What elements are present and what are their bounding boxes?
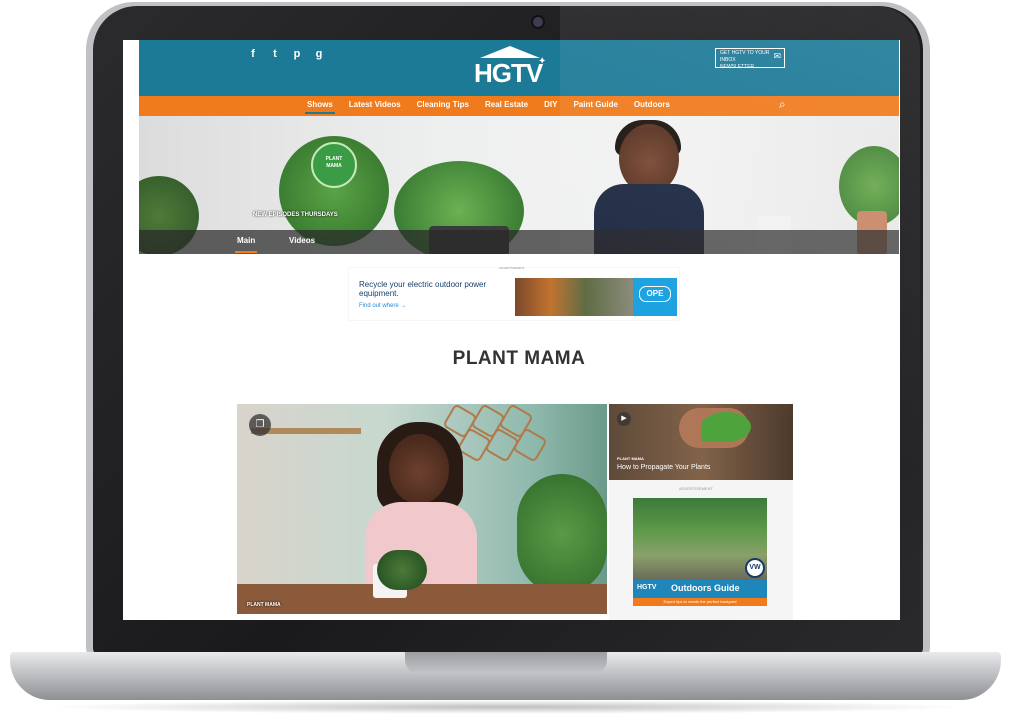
logo-text: HGTV — [474, 58, 543, 88]
nav-item-real-estate[interactable]: Real Estate — [477, 100, 536, 109]
badge-line1: PLANT — [325, 156, 343, 162]
nav-item-latest-videos[interactable]: Latest Videos — [341, 100, 409, 109]
ad-image — [515, 278, 633, 316]
social-links: f t p g — [247, 48, 325, 60]
instagram-icon[interactable]: g — [313, 48, 325, 60]
ad-headline: Recycle your electric outdoor power equi… — [359, 280, 487, 298]
newsletter-line1: GET HGTV TO YOUR INBOX — [720, 50, 770, 63]
newsletter-button[interactable]: GET HGTV TO YOUR INBOX NEWSLETTER ✉ — [715, 48, 785, 70]
play-icon[interactable]: ▶ — [617, 412, 631, 426]
nav-item-paint-guide[interactable]: Paint Guide — [565, 100, 625, 109]
leaf-image — [701, 412, 751, 442]
newsletter-line2: NEWSLETTER — [720, 64, 755, 70]
ad-subtitle: Expert tips to create the perfect backya… — [633, 598, 767, 606]
vw-logo: VW — [745, 558, 765, 578]
card-caption: PLANT MAMA — [247, 602, 281, 608]
subnav-videos[interactable]: Videos — [289, 236, 315, 245]
nav-item-cleaning-tips[interactable]: Cleaning Tips — [409, 100, 477, 109]
featured-gallery-card[interactable]: ❐ PLANT MAMA — [237, 404, 607, 614]
twitter-icon[interactable]: t — [269, 48, 281, 60]
maple-leaf-icon: ✦ — [538, 56, 547, 67]
hgtv-logo[interactable]: HGTV ✦ — [472, 46, 554, 90]
subnav-main[interactable]: Main — [234, 236, 258, 253]
search-icon[interactable]: ⌕ — [779, 97, 786, 112]
nav-item-shows[interactable]: Shows — [299, 100, 341, 114]
host-face — [389, 434, 449, 504]
card-title[interactable]: How to Propagate Your Plants — [617, 464, 710, 471]
house-roof-icon — [480, 46, 540, 58]
ope-logo: OPE — [633, 278, 677, 316]
card-kicker: PLANT MAMA — [617, 456, 644, 461]
laptop-shadow — [40, 700, 971, 714]
mail-icon: ✉ — [773, 51, 781, 61]
plant-mama-badge: PLANT MAMA — [311, 142, 357, 188]
card-table — [237, 584, 607, 614]
ad-label: ADVERTISEMENT — [679, 486, 713, 491]
hero-caption: NEW EPISODES THURSDAYS — [253, 212, 338, 218]
nav-item-diy[interactable]: DIY — [536, 100, 565, 109]
banner-ad[interactable]: ADVERTISEMENT Recycle your electric outd… — [349, 266, 679, 320]
laptop-screen: f t p g HGTV ✦ GET HGTV TO YOUR INBOX NE… — [123, 40, 900, 620]
ad-label: ADVERTISEMENT — [499, 266, 525, 270]
card-plant — [377, 550, 427, 590]
laptop-notch — [405, 652, 607, 674]
main-nav: Shows Latest Videos Cleaning Tips Real E… — [139, 96, 899, 116]
ope-brand: OPE — [639, 286, 671, 302]
pinterest-icon[interactable]: p — [291, 48, 303, 60]
hgtv-logo-small: HGTV — [637, 584, 657, 591]
facebook-icon[interactable]: f — [247, 48, 259, 60]
gallery-icon[interactable]: ❐ — [249, 414, 271, 436]
page-title: PLANT MAMA — [452, 348, 586, 369]
webcam-icon — [533, 17, 543, 27]
sidebar-ad[interactable]: ADVERTISEMENT VW HGTV Outdoors Guide Exp… — [609, 480, 793, 620]
show-subnav: Main Videos — [139, 230, 899, 254]
hgtv-website: f t p g HGTV ✦ GET HGTV TO YOUR INBOX NE… — [139, 40, 899, 620]
ad-title-bar: HGTV Outdoors Guide — [633, 580, 767, 598]
ad-title: Outdoors Guide — [671, 583, 740, 593]
show-hero-banner: PLANT MAMA NEW EPISODES THURSDAYS Main V… — [139, 116, 899, 254]
site-header: f t p g HGTV ✦ GET HGTV TO YOUR INBOX NE… — [139, 40, 899, 96]
ad-image: VW — [633, 498, 767, 580]
ad-link[interactable]: Find out where → — [359, 303, 406, 309]
video-card[interactable]: ▶ PLANT MAMA How to Propagate Your Plant… — [609, 404, 793, 480]
nav-items: Shows Latest Videos Cleaning Tips Real E… — [299, 100, 678, 114]
nav-item-outdoors[interactable]: Outdoors — [626, 100, 678, 109]
card-plant — [517, 474, 607, 594]
badge-line2: MAMA — [326, 163, 342, 169]
